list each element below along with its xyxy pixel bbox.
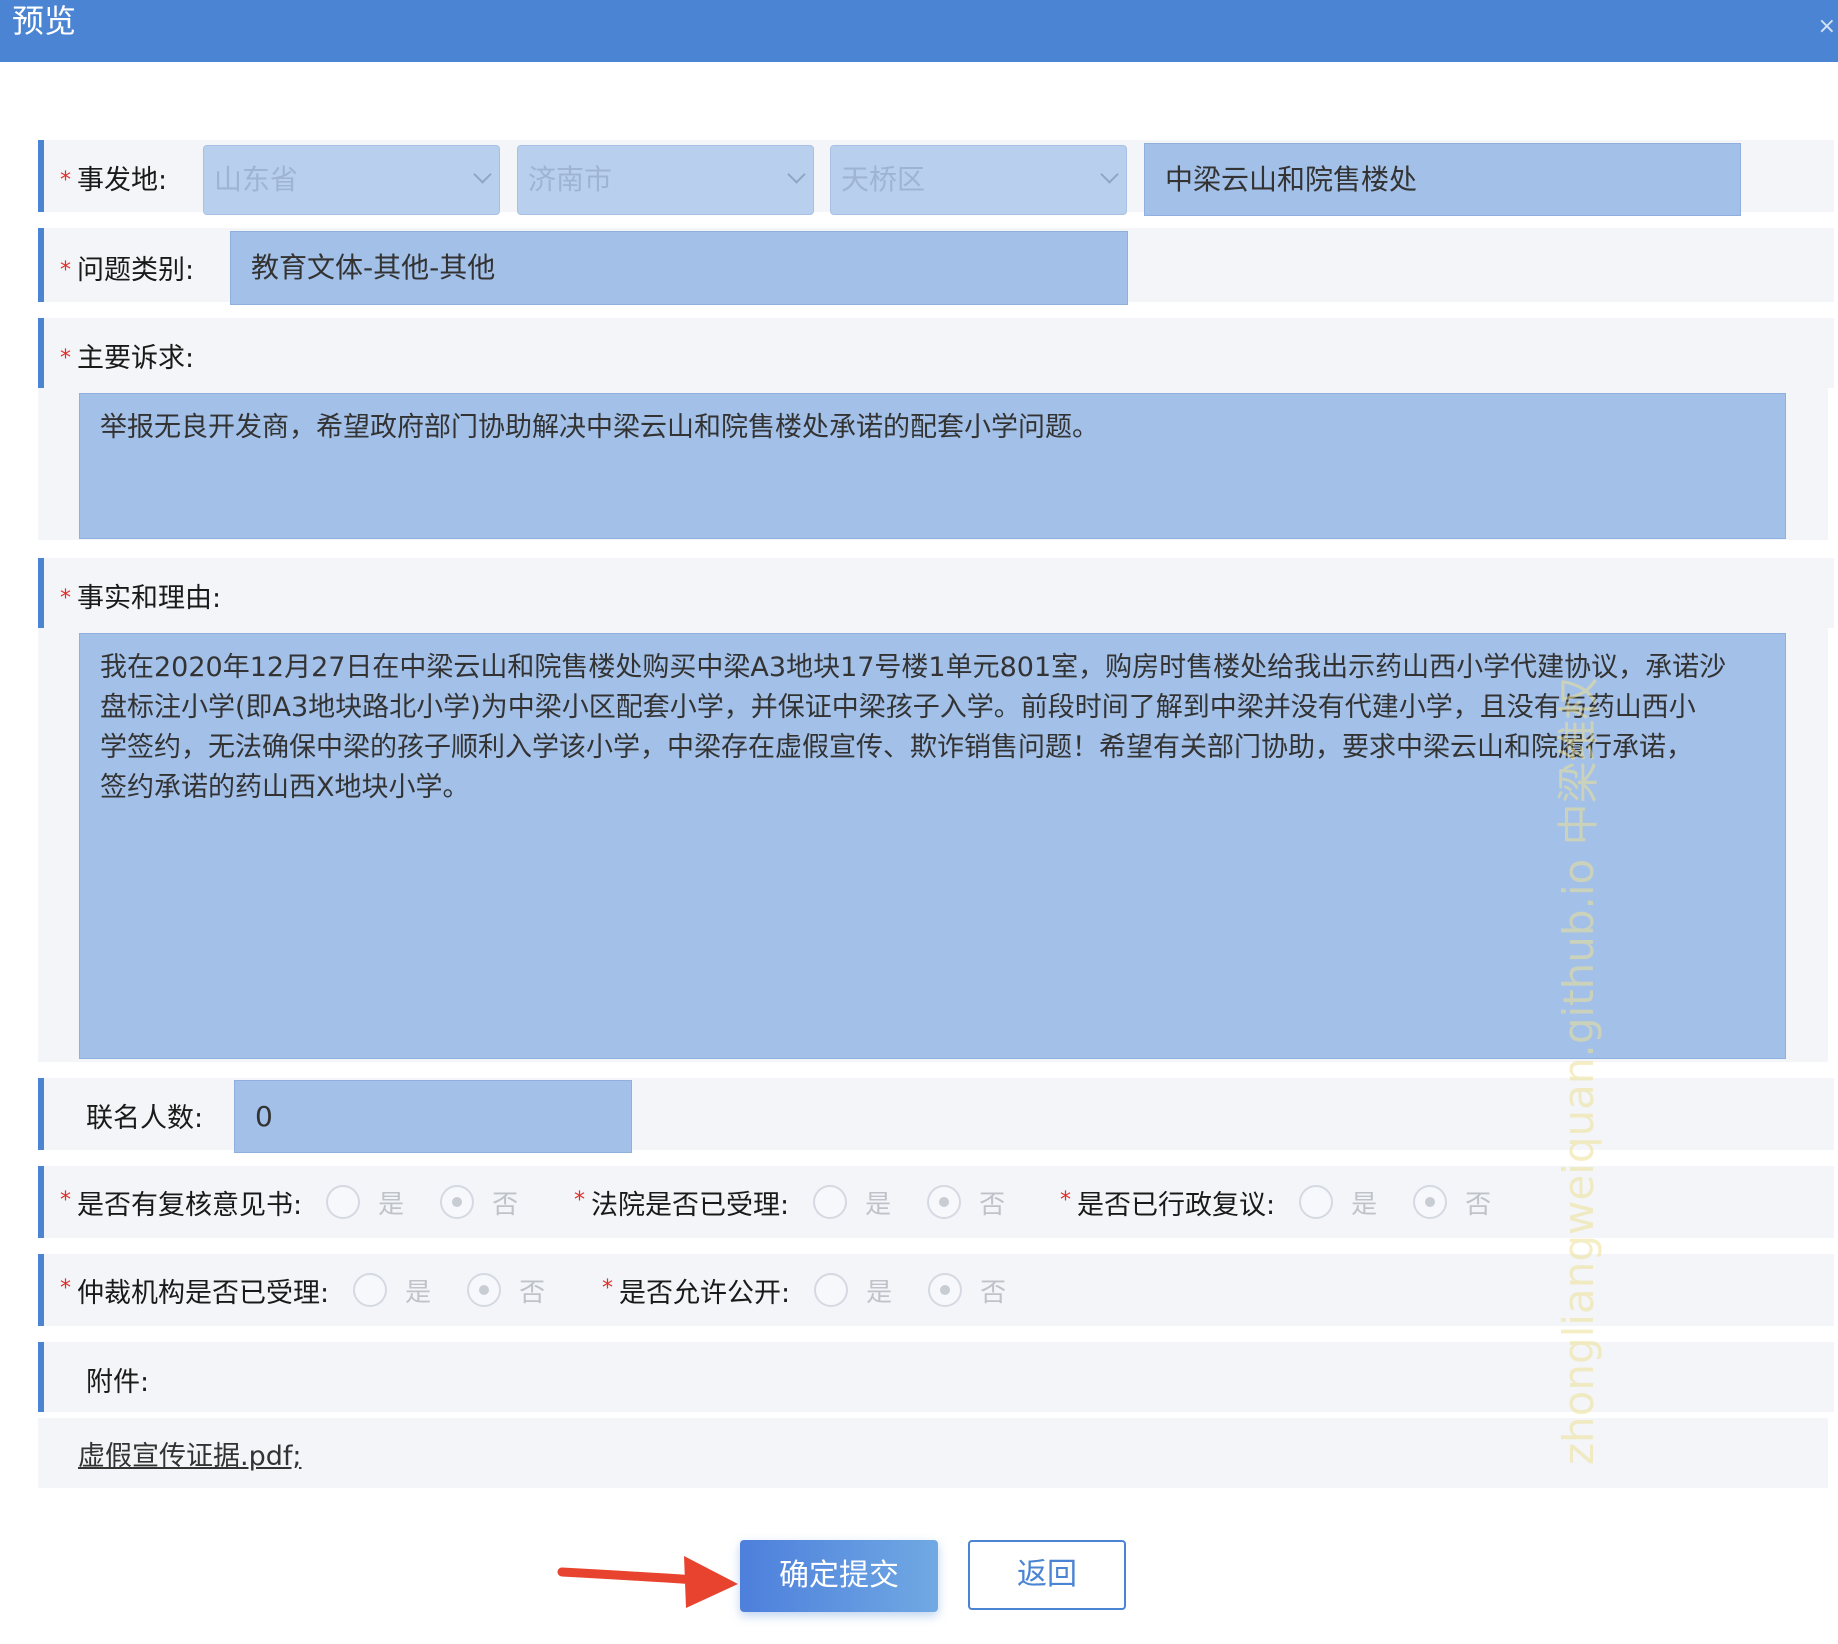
- province-value: 山东省: [214, 163, 299, 196]
- attachment-file-link[interactable]: 虚假宣传证据.pdf;: [78, 1434, 301, 1473]
- court-accepted-group: * 法院是否已受理: 是 否: [574, 1180, 1041, 1224]
- dialog-title: 预览: [12, 2, 77, 40]
- court-accepted-no-radio[interactable]: [927, 1185, 962, 1219]
- required-icon: *: [60, 346, 71, 371]
- arbitration-yes-radio[interactable]: [353, 1273, 388, 1307]
- court-accepted-yes-radio[interactable]: [813, 1185, 848, 1219]
- review-opinion-yes-radio[interactable]: [326, 1185, 361, 1219]
- required-icon: *: [574, 1187, 585, 1213]
- facts-label: * 事实和理由:: [60, 583, 222, 614]
- public-yes-radio[interactable]: [814, 1273, 849, 1307]
- required-icon: *: [1060, 1187, 1071, 1213]
- radio-label-no: 否: [519, 1277, 546, 1308]
- location-detail-value: 中梁云山和院售楼处: [1165, 163, 1418, 196]
- radio-label-yes: 是: [865, 1189, 892, 1220]
- district-select[interactable]: 天桥区: [830, 145, 1127, 215]
- city-value: 济南市: [528, 163, 613, 196]
- required-icon: *: [60, 168, 71, 193]
- watermark: zhongliangweiquan.github.io 中梁维权: [1554, 677, 1603, 1465]
- main-request-value: 举报无良开发商，希望政府部门协助解决中梁云山和院售楼处承诺的配套小学问题。: [100, 412, 1099, 443]
- facts-line: 我在2020年12月27日在中梁云山和院售楼处购买中梁A3地块17号楼1单元80…: [100, 652, 1727, 683]
- facts-line: 签约承诺的药山西X地块小学。: [100, 772, 470, 803]
- required-icon: *: [60, 258, 71, 283]
- radio-label-no: 否: [492, 1189, 519, 1220]
- location-label: * 事发地:: [60, 165, 168, 196]
- chevron-down-icon: [1100, 165, 1119, 184]
- admin-review-group: * 是否已行政复议: 是 否: [1060, 1180, 1527, 1224]
- category-value: 教育文体-其他-其他: [251, 251, 496, 284]
- city-select[interactable]: 济南市: [517, 145, 814, 215]
- chevron-down-icon: [787, 165, 806, 184]
- submit-button[interactable]: 确定提交: [740, 1540, 938, 1612]
- public-label: 是否允许公开:: [619, 1277, 791, 1309]
- facts-line: 盘标注小学(即A3地块路北小学)为中梁小区配套小学，并保证中梁孩子入学。前段时间…: [100, 692, 1696, 723]
- arbitration-no-radio[interactable]: [467, 1273, 502, 1307]
- cosigners-label: 联名人数:: [86, 1103, 204, 1134]
- category-label: * 问题类别:: [60, 255, 195, 286]
- public-group: * 是否允许公开: 是 否: [602, 1268, 1042, 1312]
- radio-label-no: 否: [1465, 1189, 1492, 1220]
- main-request-label: * 主要诉求:: [60, 343, 195, 374]
- cosigners-field[interactable]: 0: [234, 1080, 632, 1153]
- arrow-icon: [557, 1556, 738, 1608]
- main-request-row: * 主要诉求:: [38, 318, 1834, 388]
- required-icon: *: [602, 1275, 613, 1301]
- required-icon: *: [60, 1275, 71, 1301]
- category-field[interactable]: 教育文体-其他-其他: [230, 231, 1128, 305]
- facts-row: * 事实和理由:: [38, 558, 1834, 628]
- radio-label-no: 否: [979, 1189, 1006, 1220]
- admin-review-no-radio[interactable]: [1413, 1185, 1448, 1219]
- location-detail-field[interactable]: 中梁云山和院售楼处: [1144, 143, 1741, 216]
- radio-label-no: 否: [980, 1277, 1007, 1308]
- back-button[interactable]: 返回: [968, 1540, 1126, 1610]
- close-icon[interactable]: ×: [1818, 14, 1836, 39]
- attachments-label: 附件:: [86, 1367, 150, 1398]
- facts-line: 学签约，无法确保中梁的孩子顺利入学该小学，中梁存在虚假宣传、欺诈销售问题！希望有…: [100, 732, 1693, 763]
- radio-label-yes: 是: [405, 1277, 432, 1308]
- radio-label-yes: 是: [378, 1189, 405, 1220]
- radio-label-yes: 是: [866, 1277, 893, 1308]
- admin-review-label: 是否已行政复议:: [1077, 1189, 1276, 1221]
- cosigners-value: 0: [255, 1100, 273, 1133]
- required-icon: *: [60, 586, 71, 611]
- province-select[interactable]: 山东省: [203, 145, 500, 215]
- dialog-titlebar: 预览 ×: [0, 0, 1838, 62]
- radio-label-yes: 是: [1351, 1189, 1378, 1220]
- review-opinion-no-radio[interactable]: [440, 1185, 475, 1219]
- facts-textarea[interactable]: 我在2020年12月27日在中梁云山和院售楼处购买中梁A3地块17号楼1单元80…: [79, 633, 1786, 1059]
- review-opinion-label: 是否有复核意见书:: [77, 1189, 303, 1221]
- arbitration-group: * 仲裁机构是否已受理: 是 否: [60, 1268, 581, 1312]
- chevron-down-icon: [473, 165, 492, 184]
- arbitration-label: 仲裁机构是否已受理:: [77, 1277, 330, 1309]
- admin-review-yes-radio[interactable]: [1299, 1185, 1334, 1219]
- required-icon: *: [60, 1187, 71, 1213]
- review-opinion-group: * 是否有复核意见书: 是 否: [60, 1180, 554, 1224]
- public-no-radio[interactable]: [928, 1273, 963, 1307]
- court-accepted-label: 法院是否已受理:: [591, 1189, 790, 1221]
- district-value: 天桥区: [841, 163, 926, 196]
- main-request-textarea[interactable]: 举报无良开发商，希望政府部门协助解决中梁云山和院售楼处承诺的配套小学问题。: [79, 393, 1786, 539]
